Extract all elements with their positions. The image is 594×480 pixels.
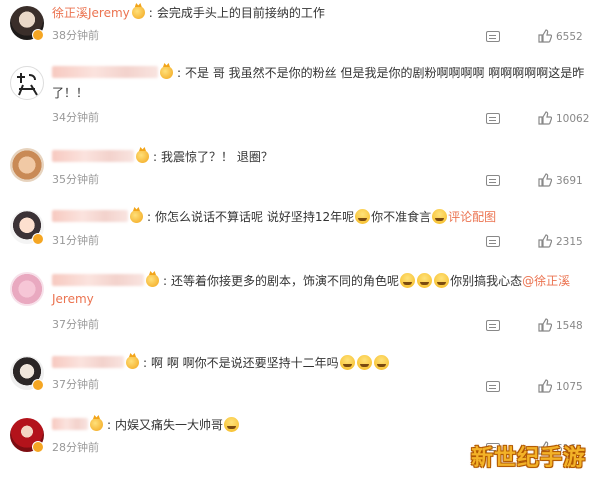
mention-link-continued[interactable]: Jeremy	[52, 290, 94, 308]
colon: :	[177, 66, 182, 80]
cry-emoji-icon	[373, 355, 389, 370]
calligraphy-avatar-icon	[17, 73, 38, 96]
reply-icon[interactable]	[486, 175, 500, 186]
reply-icon[interactable]	[486, 236, 500, 247]
comment-item: : 不是 哥 我虽然不是你的粉丝 但是我是你的剧粉啊啊啊啊 啊啊啊啊啊这是昨 了！…	[0, 58, 594, 132]
reply-icon[interactable]	[486, 381, 500, 392]
cry-emoji-icon	[434, 273, 450, 288]
comment-text: 我震惊了？！ 退圈？	[161, 150, 273, 164]
cry-emoji-icon	[417, 273, 433, 288]
comment-text: 你别搞我心态	[450, 274, 523, 288]
crown-icon	[136, 150, 149, 163]
like-icon[interactable]	[538, 318, 552, 332]
like-icon[interactable]	[538, 29, 552, 43]
username-blurred[interactable]	[52, 274, 144, 286]
colon: :	[148, 6, 153, 20]
crown-icon	[130, 210, 143, 223]
cry-emoji-icon	[224, 417, 240, 432]
verified-badge-icon	[32, 233, 44, 245]
like-count: 6552	[556, 31, 583, 43]
comment-time: 31分钟前	[52, 234, 99, 247]
comment-text: 你不准食言	[371, 210, 432, 224]
comment-item: : 我震惊了？！ 退圈？ 35分钟前 3691	[0, 140, 594, 198]
username-blurred[interactable]	[52, 356, 124, 368]
colon: :	[153, 150, 158, 164]
like-count: 1075	[556, 381, 583, 393]
avatar[interactable]	[10, 272, 44, 306]
username-blurred[interactable]	[52, 66, 158, 78]
comment-item: : 你怎么说话不算话呢 说好坚持12年呢 你不准食言 评论配图 31分钟前 2315	[0, 200, 594, 258]
comment-text-continued: 了！！	[52, 86, 89, 100]
like-count: 3691	[556, 175, 583, 187]
crown-icon	[146, 274, 159, 287]
reply-icon[interactable]	[486, 113, 500, 124]
reply-icon[interactable]	[486, 31, 500, 42]
like-icon[interactable]	[538, 234, 552, 248]
comment-text: 还等着你接更多的剧本，饰演不同的角色呢	[171, 274, 400, 288]
comment-text: 你怎么说话不算话呢 说好坚持12年呢	[155, 210, 355, 224]
reply-icon[interactable]	[486, 320, 500, 331]
verified-badge-icon	[32, 379, 44, 391]
site-watermark: 新世纪手游	[470, 446, 586, 471]
colon: :	[143, 356, 148, 370]
comment-time: 35分钟前	[52, 173, 99, 186]
mention-link[interactable]: @徐正溪	[522, 274, 570, 288]
colon: :	[107, 418, 112, 432]
comment-item: :啊 啊 啊你不是说还要坚持十二年吗 37分钟前 1075	[0, 348, 594, 406]
crown-icon	[131, 6, 145, 19]
comment-item: : 还等着你接更多的剧本，饰演不同的角色呢 你别搞我心态@徐正溪 Jeremy 37…	[0, 262, 594, 342]
avatar[interactable]	[10, 148, 44, 182]
comment-time: 37分钟前	[52, 318, 99, 331]
verified-badge-icon	[32, 29, 44, 41]
cry-emoji-icon	[356, 355, 372, 370]
crown-icon	[90, 418, 103, 431]
comment-text: 内娱又痛失一大帅哥	[115, 418, 224, 432]
like-icon[interactable]	[538, 173, 552, 187]
comment-time: 37分钟前	[52, 378, 99, 391]
comment-item: 徐正溪Jeremy: 会完成手头上的目前接纳的工作 38分钟前 6552	[0, 0, 594, 52]
username[interactable]: 徐正溪Jeremy	[52, 6, 130, 20]
cry-emoji-icon	[432, 209, 448, 224]
comment-text: 啊 啊 啊你不是说还要坚持十二年吗	[151, 356, 339, 370]
like-count: 1548	[556, 320, 583, 332]
colon: :	[163, 274, 168, 288]
like-icon[interactable]	[538, 379, 552, 393]
comment-text: 不是 哥 我虽然不是你的粉丝 但是我是你的剧粉啊啊啊啊 啊啊啊啊啊这是昨	[185, 66, 585, 80]
cry-emoji-icon	[339, 355, 355, 370]
like-count: 10062	[556, 113, 590, 125]
comment-image-link[interactable]: 评论配图	[448, 210, 496, 224]
username-blurred[interactable]	[52, 210, 128, 222]
avatar[interactable]	[10, 66, 44, 100]
comment-time: 38分钟前	[52, 29, 99, 42]
crown-icon	[126, 356, 139, 369]
like-icon[interactable]	[538, 111, 552, 125]
comment-text: 会完成手头上的目前接纳的工作	[156, 6, 325, 20]
comment-time: 34分钟前	[52, 111, 99, 124]
cry-emoji-icon	[355, 209, 371, 224]
like-count: 2315	[556, 236, 583, 248]
verified-badge-icon	[32, 441, 44, 453]
cry-emoji-icon	[400, 273, 416, 288]
crown-icon	[160, 66, 173, 79]
colon: :	[147, 210, 152, 224]
comment-time: 28分钟前	[52, 441, 99, 454]
username-blurred[interactable]	[52, 418, 88, 430]
username-blurred[interactable]	[52, 150, 134, 162]
